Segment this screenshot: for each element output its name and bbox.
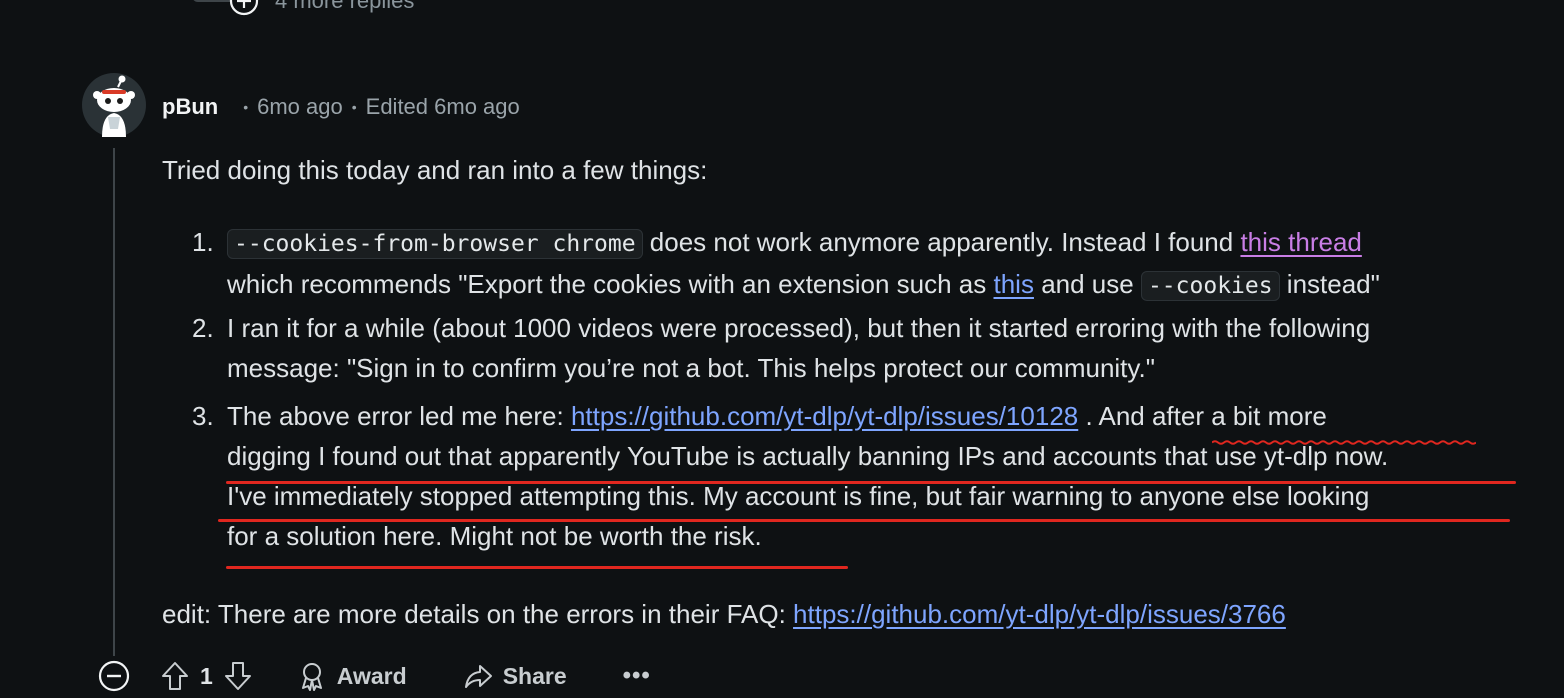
inline-code: --cookies xyxy=(1140,271,1280,301)
avatar[interactable] xyxy=(82,73,146,137)
issue-link[interactable]: https://github.com/yt-dlp/yt-dlp/issues/… xyxy=(571,401,1078,431)
list-text: The above error led me here: xyxy=(227,401,571,431)
list-text: which recommends "Export the cookies wit… xyxy=(227,269,994,299)
vote-count: 1 xyxy=(200,662,213,689)
annotation-underline xyxy=(226,566,848,569)
list-number: 2. xyxy=(192,313,214,343)
annotation-underline xyxy=(226,481,1516,484)
author-name[interactable]: pBun xyxy=(162,94,218,120)
annotation-underline xyxy=(218,519,1510,522)
award-button[interactable]: Award xyxy=(297,661,407,691)
more-replies-label: 4 more replies xyxy=(275,0,415,13)
list-text: . And after a bit more xyxy=(1078,401,1327,431)
meta-separator: • xyxy=(243,99,249,115)
comment-intro: Tried doing this today and ran into a fe… xyxy=(162,155,708,185)
thread-line[interactable] xyxy=(113,148,115,656)
issue-list: 1. --cookies-from-browser chrome does no… xyxy=(192,222,1542,556)
faq-link[interactable]: https://github.com/yt-dlp/yt-dlp/issues/… xyxy=(793,599,1286,629)
list-text: does not work anymore apparently. Instea… xyxy=(642,227,1241,257)
share-label: Share xyxy=(502,662,567,689)
list-text: message: "Sign in to confirm you’re not … xyxy=(227,353,1155,383)
award-icon xyxy=(301,663,322,691)
list-text: I ran it for a while (about 1000 videos … xyxy=(227,313,1371,343)
list-text: and use xyxy=(1033,269,1141,299)
inline-code: --cookies-from-browser chrome xyxy=(227,229,643,259)
list-item: 1. --cookies-from-browser chrome does no… xyxy=(192,222,1542,306)
more-replies-button[interactable]: 4 more replies xyxy=(229,0,414,16)
more-options-button[interactable]: ••• xyxy=(623,662,651,690)
comment-meta: pBun • 6mo ago • Edited 6mo ago xyxy=(162,90,520,124)
vote-controls: 1 xyxy=(160,660,253,692)
downvote-icon[interactable] xyxy=(223,660,253,692)
edited-time: Edited 6mo ago xyxy=(365,94,520,119)
list-item: 3. The above error led me here: https://… xyxy=(192,396,1542,556)
collapse-icon[interactable] xyxy=(98,660,130,692)
list-number: 3. xyxy=(192,401,214,431)
list-number: 1. xyxy=(192,227,214,257)
list-text: instead" xyxy=(1279,269,1380,299)
comment-actions: 1 Award Share ••• xyxy=(98,654,651,698)
edit-note: edit: There are more details on the erro… xyxy=(162,594,1286,634)
thread-link[interactable]: this thread xyxy=(1240,227,1361,257)
share-icon xyxy=(464,665,492,688)
plus-circle-icon xyxy=(229,0,259,16)
award-label: Award xyxy=(336,662,407,689)
meta-separator: • xyxy=(351,99,357,115)
upvote-icon[interactable] xyxy=(160,660,190,692)
annotation-underline xyxy=(1212,440,1476,445)
posted-time: 6mo ago xyxy=(257,94,343,119)
thread-connector xyxy=(192,0,232,2)
list-item: 2. I ran it for a while (about 1000 vide… xyxy=(192,308,1542,388)
list-text: for a solution here. Might not be worth … xyxy=(227,521,762,551)
share-button[interactable]: Share xyxy=(463,661,567,691)
edit-text: edit: There are more details on the erro… xyxy=(162,599,794,629)
extension-link[interactable]: this xyxy=(994,269,1034,299)
